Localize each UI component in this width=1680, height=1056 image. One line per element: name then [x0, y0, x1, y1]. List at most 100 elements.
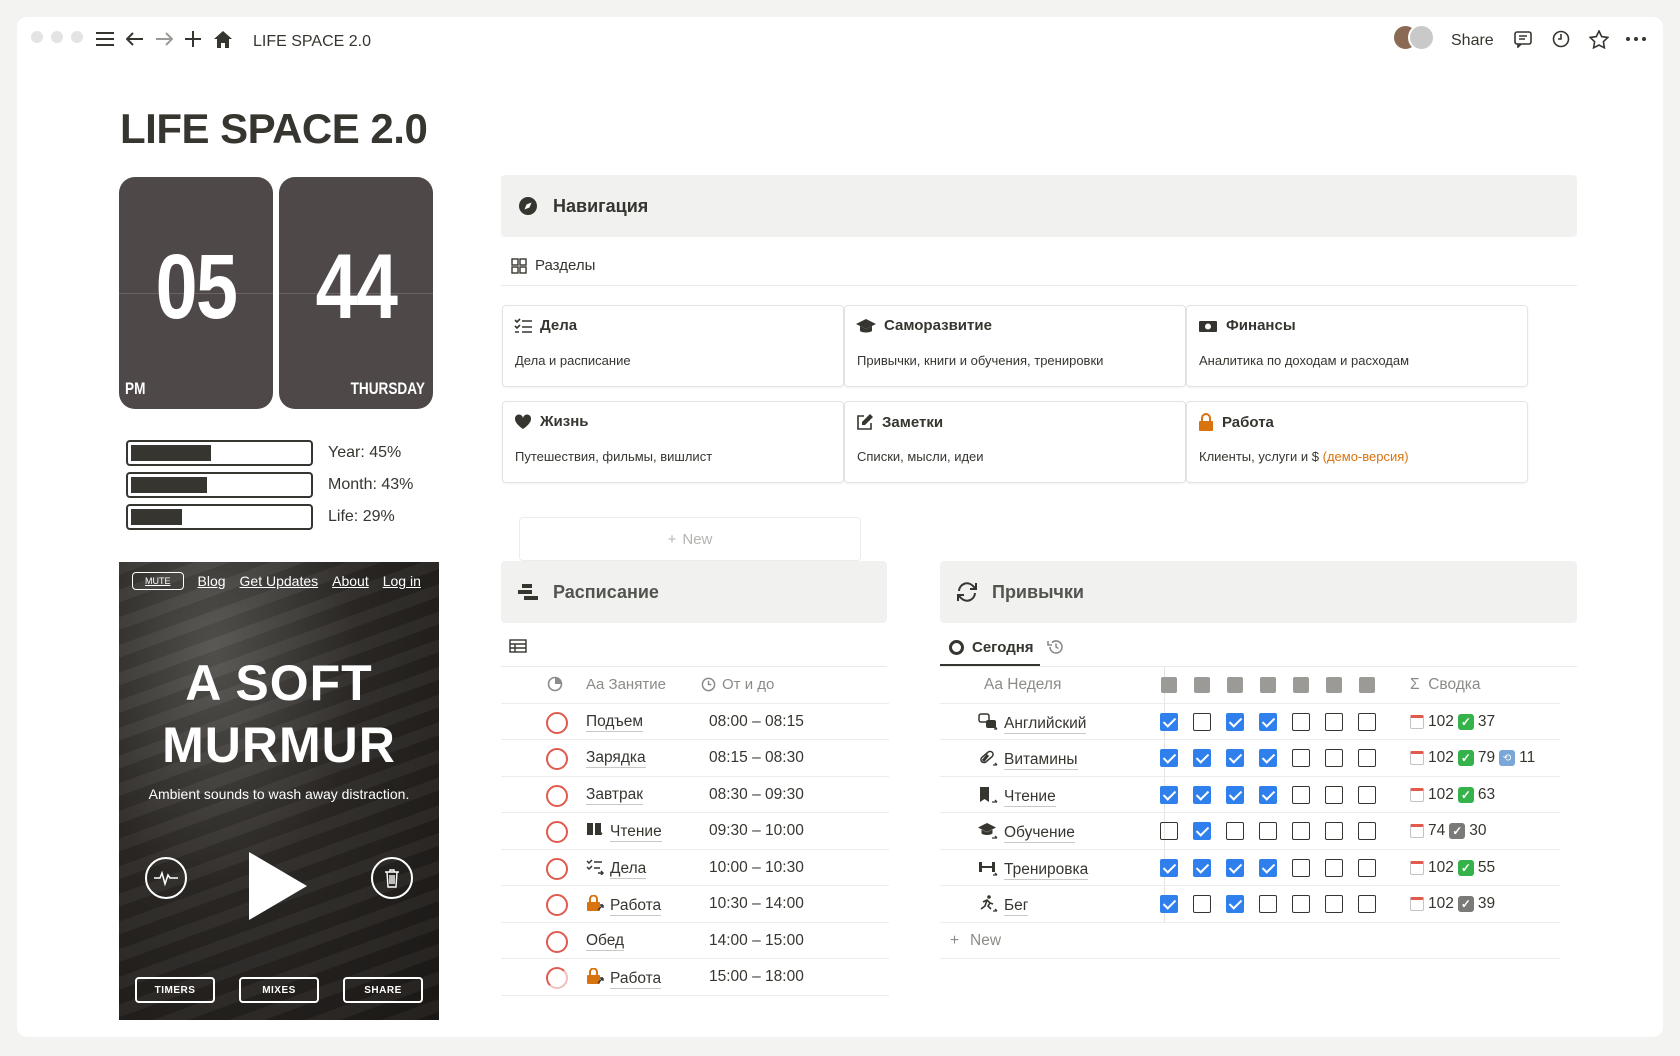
habit-checkbox[interactable] [1226, 822, 1244, 840]
table-row[interactable]: Подъем 08:00 – 08:15 [501, 704, 889, 740]
activity-name[interactable]: Обед [586, 932, 625, 951]
habit-checkbox[interactable] [1325, 785, 1343, 804]
new-card-button[interactable]: + New [519, 517, 861, 561]
habit-checkbox[interactable] [1325, 822, 1343, 840]
column-header-week[interactable]: Aa Неделя [984, 676, 1061, 694]
habit-checkbox[interactable] [1358, 785, 1376, 804]
trash-icon[interactable] [371, 857, 413, 899]
table-row[interactable]: Витамины 102 ✓ 79 ⟲ 11 [940, 740, 1560, 777]
habit-checkbox[interactable] [1226, 858, 1244, 877]
timers-button[interactable]: TIMERS [135, 977, 215, 1003]
table-row[interactable]: Английский 102 ✓ 37 [940, 703, 1560, 740]
habit-checkbox[interactable] [1193, 785, 1211, 804]
habit-checkbox[interactable] [1160, 858, 1178, 877]
habit-checkbox[interactable] [1259, 749, 1277, 767]
habit-checkbox[interactable] [1358, 749, 1376, 767]
favorite-star-icon[interactable] [1587, 27, 1611, 51]
blog-link[interactable]: Blog [198, 573, 226, 589]
habit-checkbox[interactable] [1358, 712, 1376, 731]
habit-checkbox[interactable] [1160, 785, 1178, 804]
play-icon[interactable] [249, 852, 307, 920]
table-row[interactable]: Тренировка 102 ✓ 55 [940, 849, 1560, 886]
login-link[interactable]: Log in [383, 573, 421, 589]
table-row[interactable]: Чтение 09:30 – 10:00 [501, 813, 889, 850]
column-header-name[interactable]: Aa Занятие [586, 676, 666, 693]
history-clock-icon[interactable] [1549, 27, 1573, 51]
habit-name[interactable]: Чтение [978, 786, 1056, 809]
card-finansy[interactable]: Финансы Аналитика по доходам и расходам [1186, 305, 1528, 387]
activity-name[interactable]: Работа [586, 894, 662, 917]
sections-view-tab[interactable]: Разделы [511, 257, 595, 274]
habit-checkbox[interactable] [1358, 858, 1376, 877]
activity-name[interactable]: Завтрак [586, 786, 643, 805]
card-dela[interactable]: Дела Дела и расписание [502, 305, 844, 387]
table-row[interactable]: Зарядка 08:15 – 08:30 [501, 740, 889, 777]
activity-name[interactable]: Подъем [586, 713, 644, 732]
table-row[interactable]: Чтение 102 ✓ 63 [940, 776, 1560, 813]
mute-button[interactable]: MUTE [132, 572, 184, 590]
mixes-button[interactable]: MIXES [239, 977, 319, 1003]
habit-checkbox[interactable] [1259, 858, 1277, 877]
habit-checkbox[interactable] [1160, 822, 1178, 840]
habit-checkbox[interactable] [1325, 858, 1343, 877]
add-page-icon[interactable] [181, 27, 205, 51]
about-link[interactable]: About [332, 573, 369, 589]
weekday-column-icon[interactable] [1161, 677, 1177, 693]
pulse-icon[interactable] [145, 857, 187, 899]
habit-checkbox[interactable] [1193, 895, 1211, 913]
table-row[interactable]: Завтрак 08:30 – 09:30 [501, 777, 889, 813]
breadcrumb[interactable]: LIFE SPACE 2.0 [253, 33, 371, 51]
habit-checkbox[interactable] [1226, 749, 1244, 767]
habit-checkbox[interactable] [1193, 712, 1211, 731]
habit-checkbox[interactable] [1325, 749, 1343, 767]
activity-name[interactable]: Чтение [586, 822, 662, 843]
table-row[interactable]: Обучение 74 ✓ 30 [940, 813, 1560, 850]
habit-checkbox[interactable] [1292, 822, 1310, 840]
habit-checkbox[interactable] [1226, 895, 1244, 913]
habit-checkbox[interactable] [1160, 712, 1178, 731]
back-arrow-icon[interactable] [123, 27, 147, 51]
habit-checkbox[interactable] [1325, 712, 1343, 731]
table-row[interactable]: Бег 102 ✓ 39 [940, 886, 1560, 923]
habit-checkbox[interactable] [1358, 822, 1376, 840]
weekday-column-icon[interactable] [1227, 677, 1243, 693]
habit-name[interactable]: Английский [978, 712, 1087, 736]
habit-checkbox[interactable] [1259, 895, 1277, 913]
weekday-column-icon[interactable] [1326, 677, 1342, 693]
habit-name[interactable]: Бег [978, 895, 1029, 918]
habit-checkbox[interactable] [1259, 712, 1277, 731]
more-options-icon[interactable] [1623, 27, 1649, 51]
column-header-time[interactable]: От и до [701, 676, 774, 693]
habit-checkbox[interactable] [1292, 712, 1310, 731]
habit-checkbox[interactable] [1226, 785, 1244, 804]
table-row[interactable]: Обед 14:00 – 15:00 [501, 923, 889, 959]
get-updates-link[interactable]: Get Updates [240, 573, 319, 589]
new-habit-button[interactable]: + New [940, 923, 1560, 959]
card-zhizn[interactable]: Жизнь Путешествия, фильмы, вишлист [502, 401, 844, 483]
habit-checkbox[interactable] [1358, 895, 1376, 913]
share-button[interactable]: Share [1451, 32, 1494, 50]
share-embed-button[interactable]: SHARE [343, 977, 423, 1003]
today-view-tab[interactable]: Сегодня [949, 639, 1034, 656]
habit-checkbox[interactable] [1259, 822, 1277, 840]
habit-checkbox[interactable] [1193, 749, 1211, 767]
habit-checkbox[interactable] [1193, 822, 1211, 840]
table-row[interactable]: Дела 10:00 – 10:30 [501, 850, 889, 886]
habit-checkbox[interactable] [1259, 785, 1277, 804]
habit-checkbox[interactable] [1325, 895, 1343, 913]
activity-name[interactable]: Работа [586, 967, 662, 990]
habit-name[interactable]: Обучение [978, 822, 1075, 845]
table-view-tab[interactable] [509, 639, 527, 653]
weekday-column-icon[interactable] [1194, 677, 1210, 693]
habit-checkbox[interactable] [1226, 712, 1244, 731]
table-row[interactable]: Работа 15:00 – 18:00 [501, 959, 889, 996]
column-header-summary[interactable]: Σ Сводка [1410, 676, 1481, 694]
habit-checkbox[interactable] [1292, 858, 1310, 877]
habit-checkbox[interactable] [1292, 895, 1310, 913]
minimize-window-dot[interactable] [51, 31, 63, 43]
table-row[interactable]: Работа 10:30 – 14:00 [501, 886, 889, 923]
maximize-window-dot[interactable] [71, 31, 83, 43]
comments-icon[interactable] [1511, 27, 1535, 51]
card-zametki[interactable]: Заметки Списки, мысли, идеи [844, 401, 1186, 483]
forward-arrow-icon[interactable] [152, 27, 176, 51]
